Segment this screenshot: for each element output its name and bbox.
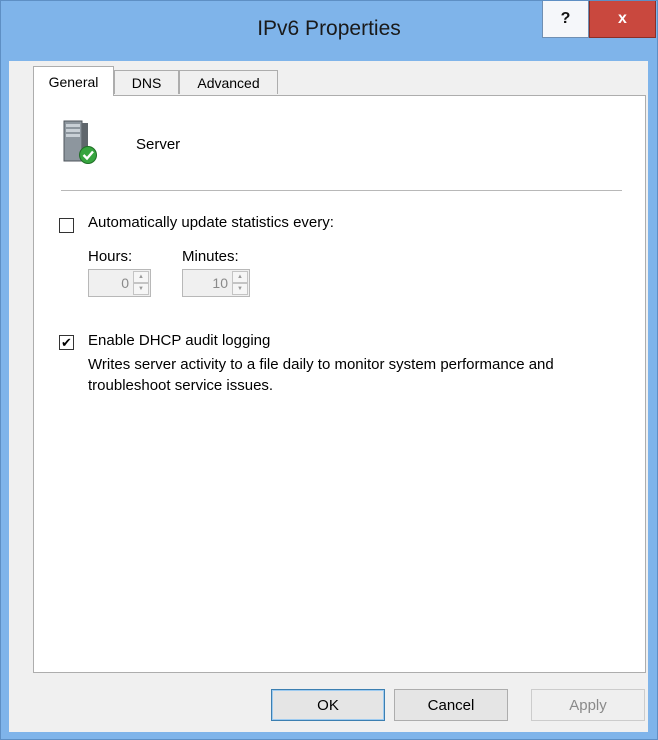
divider (61, 190, 622, 191)
general-tab-panel: Server Automatically update statistics e… (33, 95, 646, 673)
minutes-stepper[interactable]: 10 ▲ ▼ (182, 269, 250, 297)
help-button[interactable]: ? (542, 1, 589, 38)
title-bar[interactable]: IPv6 Properties ? x (1, 1, 657, 61)
dhcp-audit-label: Enable DHCP audit logging (88, 332, 271, 349)
ok-button[interactable]: OK (271, 689, 385, 721)
minutes-down-arrow-icon[interactable]: ▼ (232, 283, 248, 295)
hours-down-arrow-icon[interactable]: ▼ (133, 283, 149, 295)
ipv6-properties-dialog: IPv6 Properties ? x General DNS Advanced… (0, 0, 658, 740)
hours-stepper[interactable]: 0 ▲ ▼ (88, 269, 151, 297)
cancel-button[interactable]: Cancel (394, 689, 508, 721)
tab-dns[interactable]: DNS (114, 70, 179, 94)
dialog-body: General DNS Advanced Server Automaticall… (9, 61, 648, 732)
close-button[interactable]: x (589, 1, 656, 38)
minutes-value: 10 (212, 275, 228, 291)
hours-up-arrow-icon[interactable]: ▲ (133, 271, 149, 283)
server-name: Server (136, 136, 181, 153)
apply-button[interactable]: Apply (531, 689, 645, 721)
auto-update-label: Automatically update statistics every: (88, 214, 334, 231)
dhcp-audit-checkbox[interactable]: ✔ (59, 335, 74, 350)
minutes-label: Minutes: (182, 248, 239, 265)
dhcp-audit-description: Writes server activity to a file daily t… (88, 356, 554, 394)
check-icon: ✔ (61, 335, 72, 350)
minutes-up-arrow-icon[interactable]: ▲ (232, 271, 248, 283)
auto-update-checkbox[interactable] (59, 218, 74, 233)
server-icon (63, 120, 97, 164)
tab-general[interactable]: General (33, 66, 114, 96)
hours-value: 0 (121, 275, 129, 291)
tab-advanced[interactable]: Advanced (179, 70, 278, 94)
hours-label: Hours: (88, 248, 133, 265)
